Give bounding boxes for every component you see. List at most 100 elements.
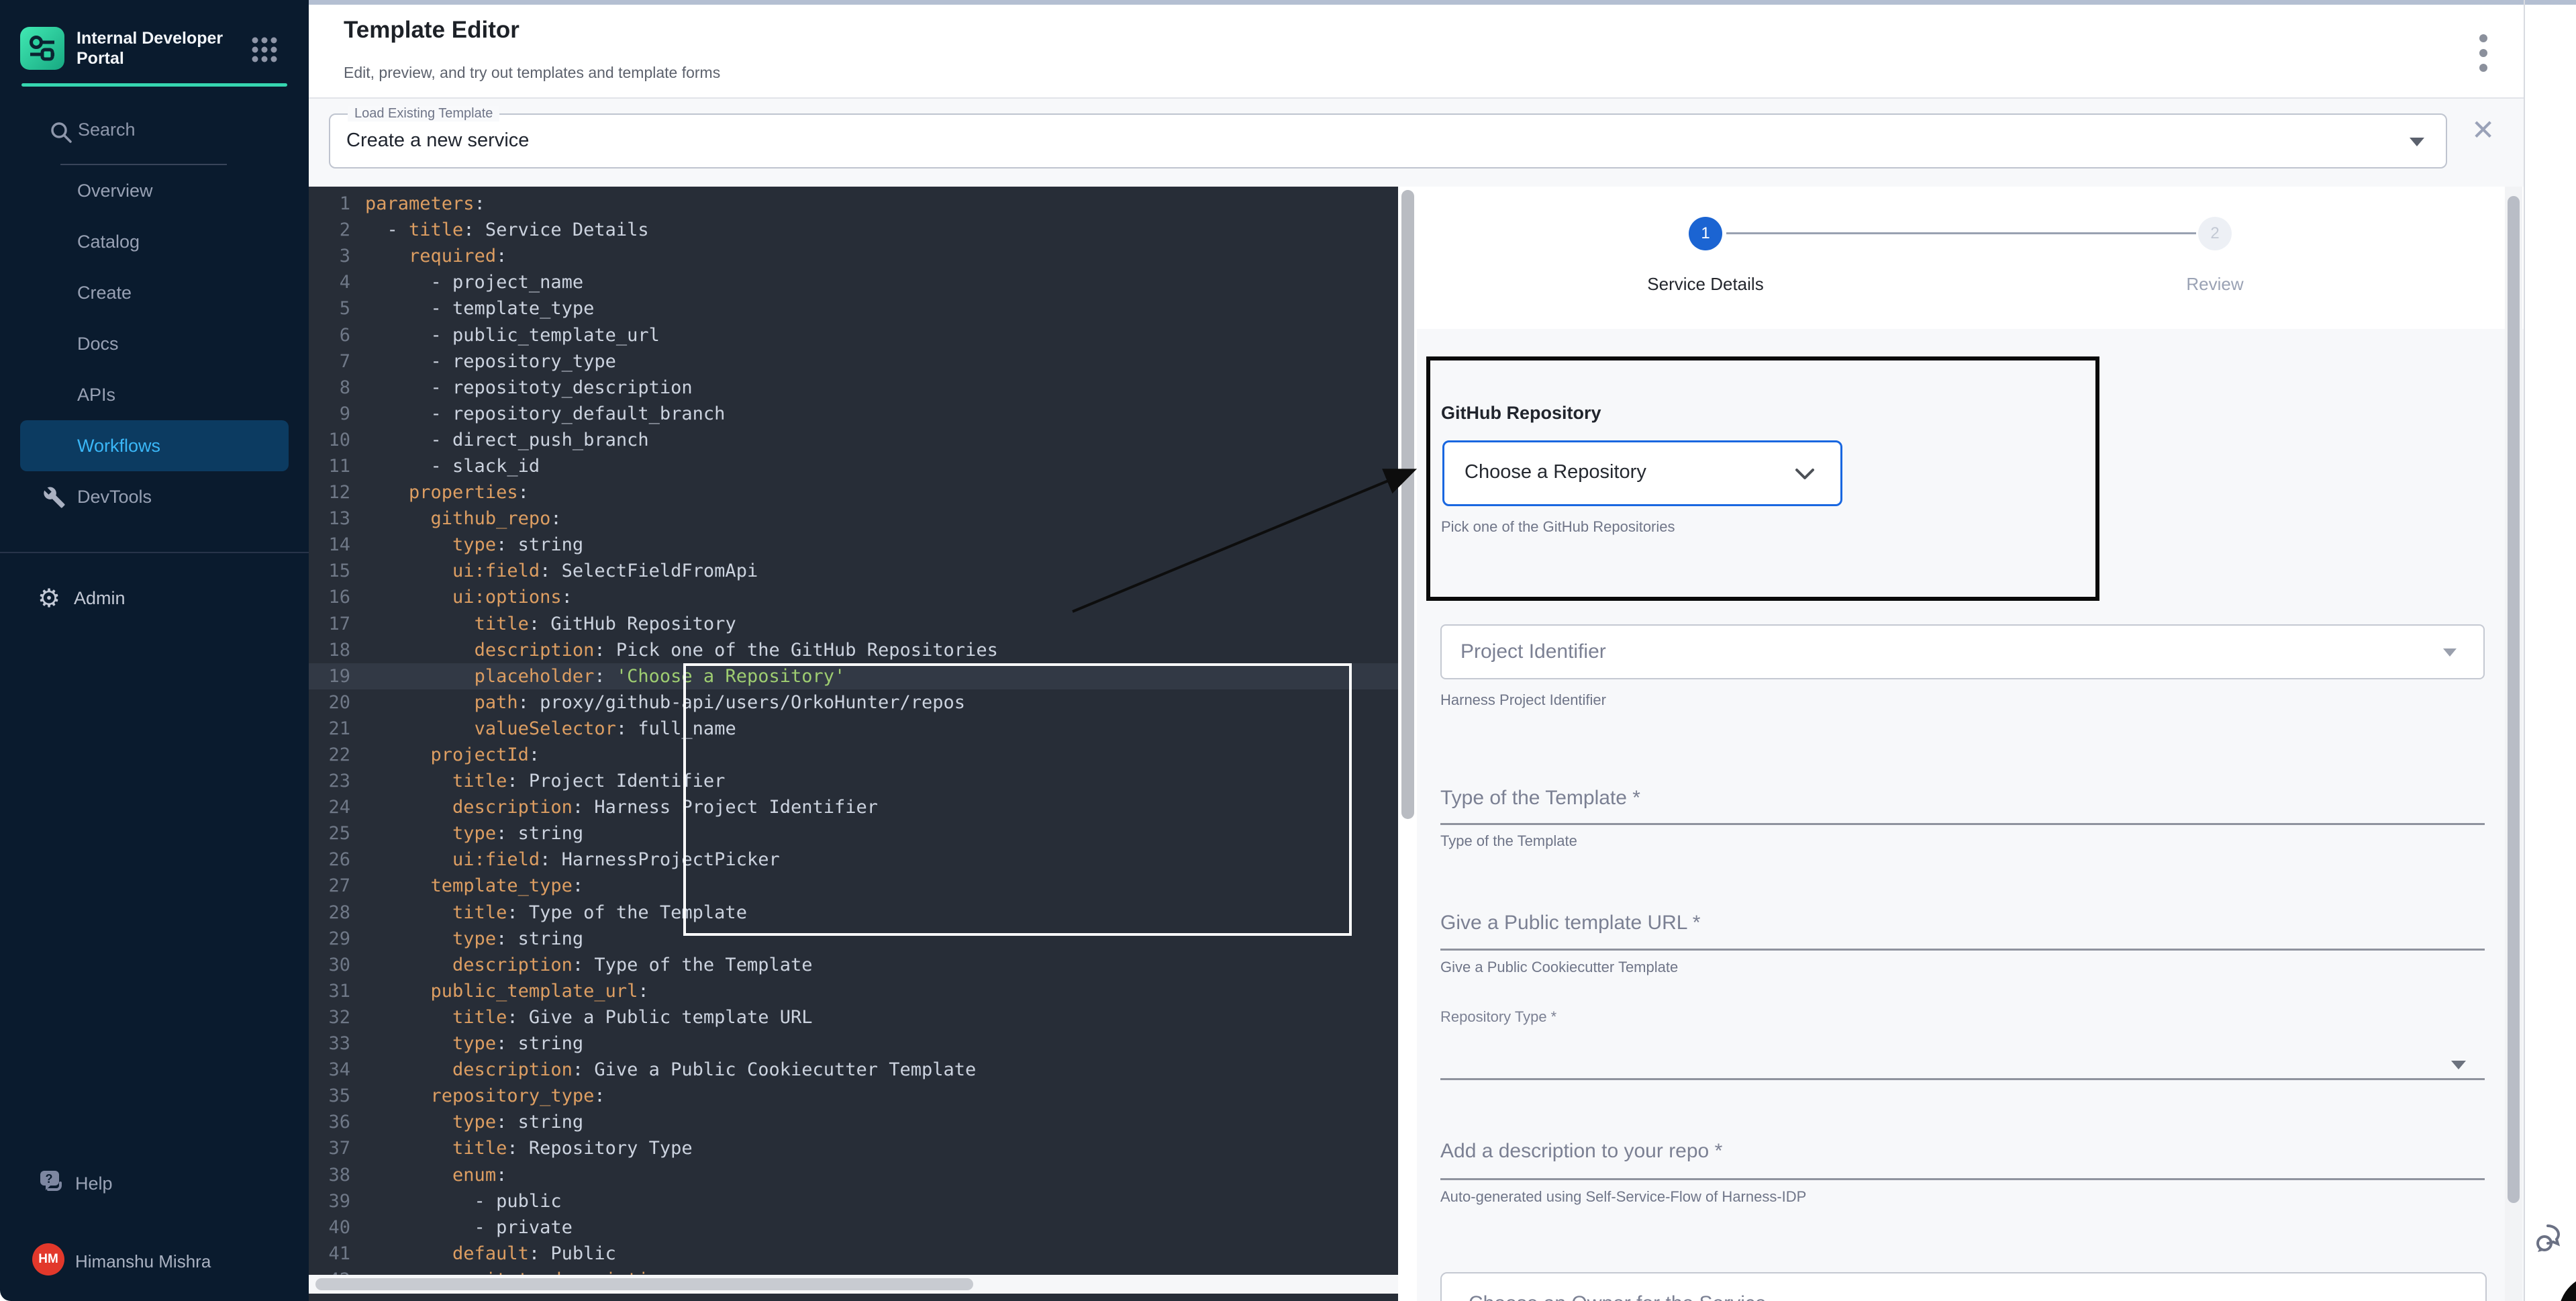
code-line[interactable]: 12 properties: bbox=[309, 479, 1398, 505]
line-number: 13 bbox=[309, 508, 365, 529]
owner-select[interactable]: Choose an Owner for the Service bbox=[1440, 1272, 2487, 1301]
code-line[interactable]: 4 - project_name bbox=[309, 269, 1398, 295]
line-number: 4 bbox=[309, 272, 365, 293]
code-text: - title: Service Details bbox=[365, 220, 649, 240]
code-line[interactable]: 9 - repository_default_branch bbox=[309, 401, 1398, 427]
sidebar-item-devtools[interactable]: DevTools bbox=[0, 471, 309, 522]
line-number: 18 bbox=[309, 640, 365, 661]
sidebar-item-overview[interactable]: Overview bbox=[0, 165, 309, 216]
page-vertical-scrollbar-thumb[interactable] bbox=[2508, 196, 2520, 1203]
stepper-step-2[interactable]: 2 bbox=[2198, 217, 2232, 250]
github-repository-select[interactable]: Choose a Repository bbox=[1442, 440, 1842, 506]
load-existing-template-select[interactable]: Load Existing Template Create a new serv… bbox=[329, 113, 2447, 168]
app-switcher-grid-icon[interactable] bbox=[250, 35, 279, 64]
line-number: 39 bbox=[309, 1191, 365, 1212]
code-line[interactable]: 34 description: Give a Public Cookiecutt… bbox=[309, 1057, 1398, 1083]
code-text: type: string bbox=[365, 1033, 583, 1054]
code-line[interactable]: 18 description: Pick one of the GitHub R… bbox=[309, 637, 1398, 663]
code-line[interactable]: 25 type: string bbox=[309, 820, 1398, 847]
code-line[interactable]: 28 title: Type of the Template bbox=[309, 900, 1398, 926]
load-template-value: Create a new service bbox=[346, 130, 529, 152]
sidebar-item-workflows[interactable]: Workflows bbox=[20, 420, 289, 471]
floating-action-button[interactable] bbox=[2559, 1274, 2576, 1301]
code-line[interactable]: 41 default: Public bbox=[309, 1241, 1398, 1267]
code-line[interactable]: 23 title: Project Identifier bbox=[309, 768, 1398, 794]
chat-widget-icon[interactable] bbox=[2534, 1220, 2571, 1257]
code-line[interactable]: 6 - public_template_url bbox=[309, 322, 1398, 348]
code-line[interactable]: 13 github_repo: bbox=[309, 505, 1398, 532]
code-line[interactable]: 37 title: Repository Type bbox=[309, 1135, 1398, 1161]
sidebar-item-admin[interactable]: ⚙ Admin bbox=[0, 575, 309, 624]
caret-down-icon bbox=[2443, 648, 2457, 657]
code-line[interactable]: 22 projectId: bbox=[309, 742, 1398, 768]
code-line[interactable]: 35 repository_type: bbox=[309, 1083, 1398, 1109]
code-line[interactable]: 24 description: Harness Project Identifi… bbox=[309, 794, 1398, 820]
sidebar-item-create[interactable]: Create bbox=[0, 267, 309, 318]
editor-horizontal-scrollbar[interactable] bbox=[309, 1275, 1398, 1294]
sidebar-item-label: Catalog bbox=[77, 232, 140, 252]
code-line[interactable]: 11 - slack_id bbox=[309, 453, 1398, 479]
code-line[interactable]: 19 placeholder: 'Choose a Repository' bbox=[309, 663, 1398, 689]
repo-description-input[interactable] bbox=[1440, 1178, 2485, 1180]
code-line[interactable]: 20 path: proxy/github-api/users/OrkoHunt… bbox=[309, 689, 1398, 716]
repository-type-label: Repository Type * bbox=[1440, 1008, 1556, 1026]
code-line[interactable]: 40 - private bbox=[309, 1214, 1398, 1241]
code-line[interactable]: 2 - title: Service Details bbox=[309, 217, 1398, 243]
repository-type-select[interactable] bbox=[1440, 1078, 2485, 1080]
line-number: 15 bbox=[309, 561, 365, 581]
page-vertical-scrollbar[interactable] bbox=[2505, 187, 2522, 1301]
sidebar-item-help[interactable]: ? Help bbox=[0, 1159, 309, 1208]
chevron-down-icon bbox=[1795, 468, 1815, 485]
sidebar-search[interactable]: Search bbox=[0, 113, 309, 152]
close-icon[interactable]: ✕ bbox=[2471, 116, 2495, 144]
sidebar-item-catalog[interactable]: Catalog bbox=[0, 216, 309, 267]
user-menu[interactable]: HM Himanshu Mishra bbox=[0, 1234, 309, 1288]
sidebar-item-docs[interactable]: Docs bbox=[0, 318, 309, 369]
code-line[interactable]: 27 template_type: bbox=[309, 873, 1398, 899]
code-line[interactable]: 3 required: bbox=[309, 243, 1398, 269]
stepper-step-1[interactable]: 1 bbox=[1689, 217, 1722, 250]
code-line[interactable]: 39 - public bbox=[309, 1188, 1398, 1214]
code-line[interactable]: 8 - repositoty_description bbox=[309, 375, 1398, 401]
code-text: title: GitHub Repository bbox=[365, 614, 736, 634]
repo-description-field-label: Add a description to your repo * bbox=[1440, 1140, 1722, 1163]
line-number: 2 bbox=[309, 220, 365, 240]
line-number: 37 bbox=[309, 1138, 365, 1159]
code-text: parameters: bbox=[365, 193, 485, 214]
code-line[interactable]: 21 valueSelector: full_name bbox=[309, 716, 1398, 742]
code-line[interactable]: 1parameters: bbox=[309, 191, 1398, 217]
code-line[interactable]: 31 public_template_url: bbox=[309, 978, 1398, 1004]
public-url-field-label: Give a Public template URL * bbox=[1440, 912, 1700, 934]
code-line[interactable]: 30 description: Type of the Template bbox=[309, 952, 1398, 978]
code-line[interactable]: 33 type: string bbox=[309, 1030, 1398, 1057]
line-number: 31 bbox=[309, 981, 365, 1002]
template-type-input[interactable] bbox=[1440, 823, 2485, 825]
page-title: Template Editor bbox=[344, 17, 519, 44]
owner-select-placeholder: Choose an Owner for the Service bbox=[1469, 1292, 1767, 1301]
code-line[interactable]: 36 type: string bbox=[309, 1109, 1398, 1135]
code-line[interactable]: 14 type: string bbox=[309, 532, 1398, 558]
code-line[interactable]: 26 ui:field: HarnessProjectPicker bbox=[309, 847, 1398, 873]
code-line[interactable]: 38 enum: bbox=[309, 1161, 1398, 1188]
load-template-label: Load Existing Template bbox=[348, 106, 499, 122]
code-line[interactable]: 10 - direct_push_branch bbox=[309, 427, 1398, 453]
code-text: - project_name bbox=[365, 272, 583, 293]
code-line[interactable]: 15 ui:field: SelectFieldFromApi bbox=[309, 558, 1398, 584]
code-text: type: string bbox=[365, 928, 583, 949]
code-text: ui:field: HarnessProjectPicker bbox=[365, 849, 780, 870]
code-line[interactable]: 17 title: GitHub Repository bbox=[309, 611, 1398, 637]
code-line[interactable]: 16 ui:options: bbox=[309, 584, 1398, 610]
code-line[interactable]: 7 - repository_type bbox=[309, 348, 1398, 375]
sidebar-item-apis[interactable]: APIs bbox=[0, 369, 309, 420]
yaml-code-editor[interactable]: 1parameters:2 - title: Service Details3 … bbox=[309, 187, 1398, 1301]
app-logo[interactable]: Internal Developer Portal bbox=[20, 26, 289, 71]
public-url-input[interactable] bbox=[1440, 949, 2485, 951]
editor-horizontal-scrollbar-thumb[interactable] bbox=[315, 1278, 973, 1290]
code-line[interactable]: 29 type: string bbox=[309, 926, 1398, 952]
code-line[interactable]: 32 title: Give a Public template URL bbox=[309, 1004, 1398, 1030]
project-identifier-select[interactable]: Project Identifier bbox=[1440, 624, 2485, 679]
editor-vertical-scrollbar[interactable] bbox=[1399, 187, 1417, 1301]
editor-vertical-scrollbar-thumb[interactable] bbox=[1401, 190, 1414, 819]
kebab-menu-icon[interactable] bbox=[2478, 32, 2489, 75]
code-line[interactable]: 5 - template_type bbox=[309, 295, 1398, 322]
